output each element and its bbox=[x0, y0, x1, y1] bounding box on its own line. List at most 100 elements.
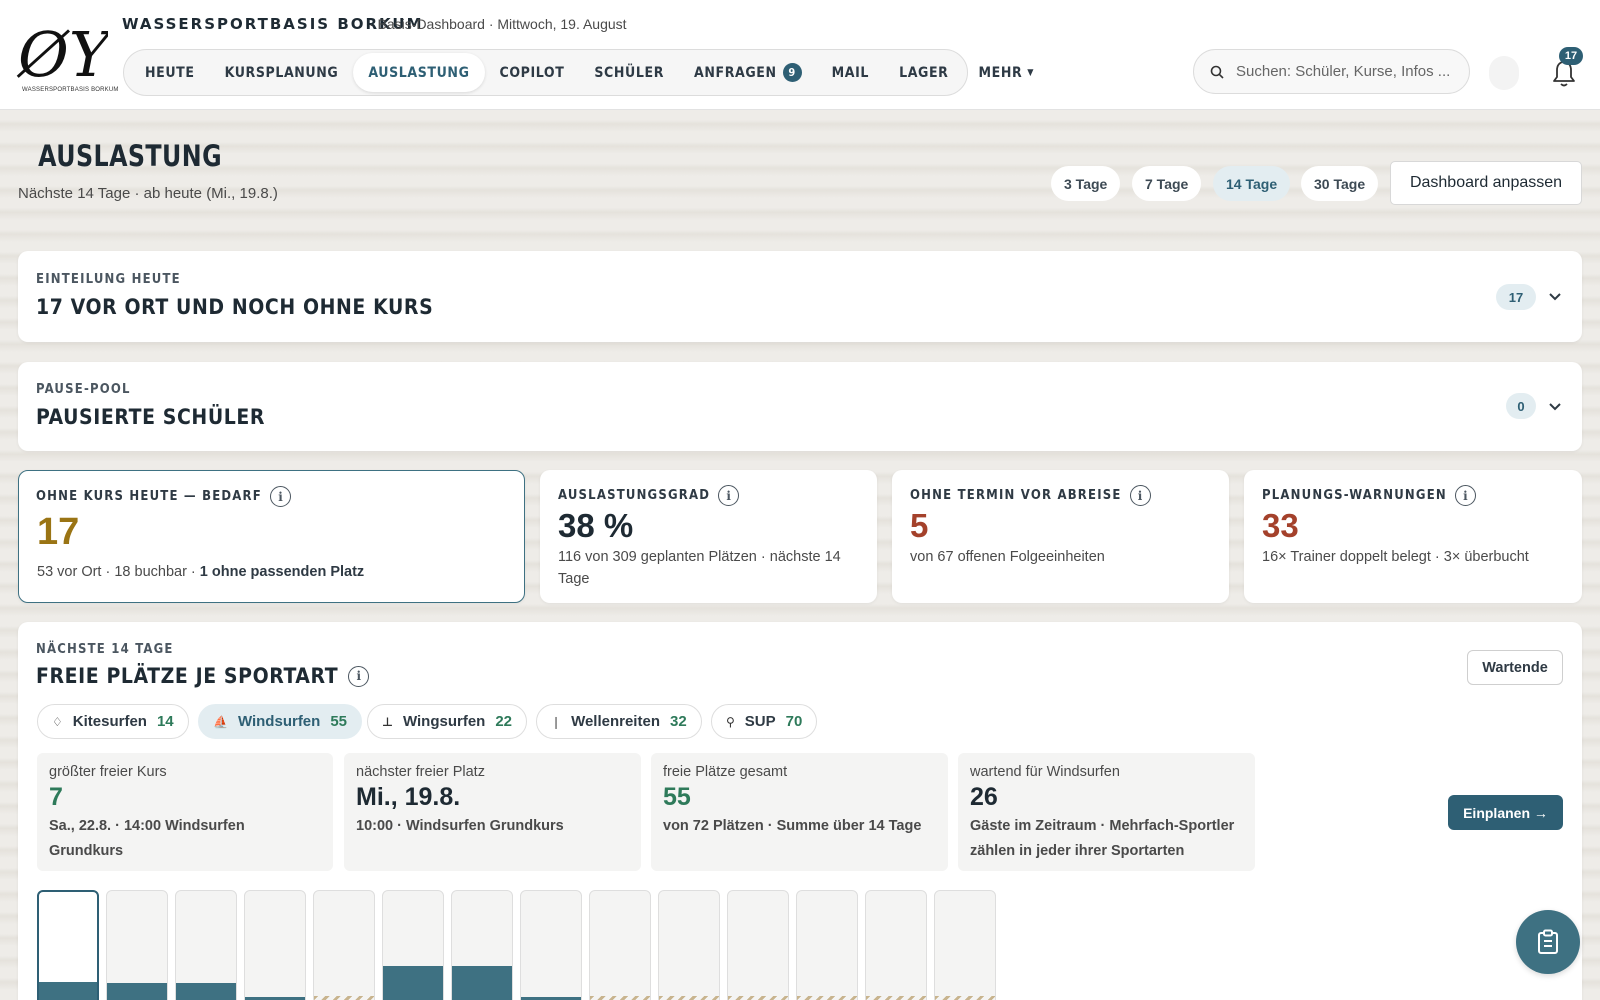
page-subtitle: Nächste 14 Tage · ab heute (Mi., 19.8.) bbox=[18, 185, 278, 202]
stat-label: wartend für Windsurfen bbox=[970, 764, 1120, 780]
stat-label: größter freier Kurs bbox=[49, 764, 167, 780]
kpi-label: AUSLASTUNGSGRAD i bbox=[558, 485, 740, 506]
chip-windsurfen[interactable]: ⛵ Windsurfen 55 bbox=[198, 704, 363, 739]
wartende-button[interactable]: Wartende bbox=[1467, 650, 1563, 685]
customize-dashboard-button[interactable]: Dashboard anpassen bbox=[1390, 161, 1582, 205]
nav-label: MAIL bbox=[831, 64, 870, 81]
kpi-auslastungsgrad-card[interactable]: AUSLASTUNGSGRAD i 38 % 116 von 309 geplan… bbox=[540, 470, 877, 603]
nav-copilot[interactable]: COPILOT bbox=[485, 53, 580, 92]
chip-wellenreiten[interactable]: ❘ Wellenreiten 32 bbox=[536, 704, 702, 739]
chevron-down-icon[interactable] bbox=[1548, 400, 1562, 414]
chip-wingsurfen[interactable]: ⊥ Wingsurfen 22 bbox=[367, 704, 528, 739]
day-bar[interactable] bbox=[865, 890, 927, 1000]
info-icon[interactable]: i bbox=[718, 485, 740, 506]
chip-sup[interactable]: ⚲ SUP 70 bbox=[711, 704, 818, 739]
svg-text:ØY: ØY bbox=[16, 18, 108, 91]
kpi-value: 5 bbox=[910, 507, 929, 544]
einteilung-eyebrow: EINTEILUNG HEUTE bbox=[36, 272, 181, 287]
info-icon[interactable]: i bbox=[1454, 485, 1476, 506]
logo-subtext: WASSERSPORTBASIS BORKUM bbox=[22, 87, 119, 93]
stat-naechster-freier-platz: nächster freier Platz Mi., 19.8. 10:00 ·… bbox=[344, 753, 641, 871]
info-icon[interactable]: i bbox=[269, 486, 291, 507]
einteilung-card[interactable]: EINTEILUNG HEUTE 17 VOR ORT UND NOCH OHN… bbox=[18, 251, 1582, 342]
kpi-planungs-warnungen-card[interactable]: PLANUNGS-WARNUNGEN i 33 16× Trainer doppe… bbox=[1244, 470, 1582, 603]
kpi-desc-text: 53 vor Ort · 18 buchbar · bbox=[37, 564, 200, 580]
wing-icon: ⊥ bbox=[382, 714, 393, 729]
chip-kitesurfen[interactable]: ♢ Kitesurfen 14 bbox=[37, 704, 189, 739]
sport-eyebrow: NÄCHSTE 14 TAGE bbox=[36, 642, 174, 657]
day-bar-no-capacity bbox=[866, 996, 926, 1000]
surfboard-icon: ❘ bbox=[551, 714, 562, 729]
chevron-down-icon[interactable] bbox=[1548, 290, 1562, 304]
kpi-label-text: OHNE TERMIN VOR ABREISE bbox=[910, 488, 1122, 503]
nav-anfragen[interactable]: ANFRAGEN 9 bbox=[679, 53, 817, 92]
day-bar-fill bbox=[452, 966, 512, 1000]
nav-heute[interactable]: HEUTE bbox=[130, 53, 210, 92]
day-bar[interactable] bbox=[934, 890, 996, 1000]
chip-label: Wingsurfen bbox=[402, 713, 486, 730]
range-30-tage-button[interactable]: 30 Tage bbox=[1301, 166, 1379, 201]
day-bar[interactable] bbox=[313, 890, 375, 1000]
stat-value: 7 bbox=[49, 783, 63, 811]
range-14-tage-button[interactable]: 14 Tage bbox=[1213, 166, 1291, 201]
kpi-label-text: OHNE KURS HEUTE — BEDARF bbox=[36, 489, 262, 504]
nav-lager[interactable]: LAGER bbox=[884, 53, 963, 92]
day-bar[interactable] bbox=[244, 890, 306, 1000]
einteilung-count-badge: 17 bbox=[1496, 284, 1536, 310]
kpi-ohne-kurs-card[interactable]: OHNE KURS HEUTE — BEDARF i 17 53 vor Ort … bbox=[18, 470, 525, 603]
avatar[interactable] bbox=[1489, 56, 1519, 90]
nav-auslastung[interactable]: AUSLASTUNG bbox=[353, 53, 485, 92]
kpi-value: 33 bbox=[1262, 507, 1299, 544]
chip-count: 22 bbox=[495, 713, 513, 730]
einplanen-button[interactable]: Einplanen → bbox=[1448, 795, 1563, 830]
nav-kursplanung[interactable]: KURSPLANUNG bbox=[210, 53, 354, 92]
nav-label: KURSPLANUNG bbox=[224, 64, 339, 81]
kpi-value: 38 % bbox=[558, 507, 634, 544]
search-input[interactable] bbox=[1236, 63, 1456, 80]
search-box[interactable] bbox=[1193, 49, 1470, 94]
day-bar[interactable] bbox=[658, 890, 720, 1000]
day-bar[interactable] bbox=[451, 890, 513, 1000]
day-bar-no-capacity bbox=[314, 996, 374, 1000]
chip-count: 32 bbox=[669, 713, 687, 730]
clipboard-icon bbox=[1538, 929, 1558, 954]
nav-mail[interactable]: MAIL bbox=[817, 53, 884, 92]
range-7-tage-button[interactable]: 7 Tage bbox=[1132, 166, 1202, 201]
day-bar[interactable] bbox=[589, 890, 651, 1000]
nav-mehr[interactable]: MEHR ▼ bbox=[963, 53, 1049, 92]
kpi-label: PLANUNGS-WARNUNGEN i bbox=[1262, 485, 1476, 506]
stat-freie-plaetze-gesamt: freie Plätze gesamt 55 von 72 Plätzen · … bbox=[651, 753, 948, 871]
info-icon[interactable]: i bbox=[1129, 485, 1151, 506]
pause-pool-eyebrow: PAUSE-POOL bbox=[36, 382, 131, 397]
info-icon[interactable]: i bbox=[348, 665, 370, 687]
day-bar[interactable] bbox=[106, 890, 168, 1000]
nav-label: SCHÜLER bbox=[594, 64, 665, 81]
stat-value: 26 bbox=[970, 783, 998, 811]
day-bar[interactable] bbox=[520, 890, 582, 1000]
day-bar[interactable] bbox=[175, 890, 237, 1000]
range-3-tage-button[interactable]: 3 Tage bbox=[1051, 166, 1121, 201]
chip-count: 55 bbox=[330, 713, 348, 730]
pause-pool-card[interactable]: PAUSE-POOL PAUSIERTE SCHÜLER 0 bbox=[18, 362, 1582, 451]
top-header: ØY WASSERSPORTBASIS BORKUM WASSERSPORTBA… bbox=[0, 0, 1600, 110]
day-bar-fill bbox=[383, 966, 443, 1000]
day-bar[interactable] bbox=[37, 890, 99, 1000]
kpi-label: OHNE TERMIN VOR ABREISE i bbox=[910, 485, 1151, 506]
stat-label: freie Plätze gesamt bbox=[663, 764, 788, 780]
kpi-description: 116 von 309 geplanten Plätzen · nächste … bbox=[558, 549, 841, 587]
stat-groesster-freier-kurs: größter freier Kurs 7 Sa., 22.8. · 14:00… bbox=[37, 753, 333, 871]
pause-pool-count-badge: 0 bbox=[1506, 393, 1536, 419]
day-bar[interactable] bbox=[382, 890, 444, 1000]
day-bar[interactable] bbox=[796, 890, 858, 1000]
nav-schueler[interactable]: SCHÜLER bbox=[579, 53, 679, 92]
nav-label: ANFRAGEN bbox=[694, 64, 777, 81]
chip-label: Windsurfen bbox=[237, 713, 321, 730]
tasks-fab-button[interactable] bbox=[1516, 910, 1580, 974]
day-bar[interactable] bbox=[727, 890, 789, 1000]
page-title: AUSLASTUNG bbox=[38, 139, 223, 173]
kpi-ohne-termin-card[interactable]: OHNE TERMIN VOR ABREISE i 5 von 67 offene… bbox=[892, 470, 1229, 603]
brand-logo-icon[interactable]: ØY bbox=[16, 10, 108, 96]
kpi-description: 16× Trainer doppelt belegt · 3× überbuch… bbox=[1262, 549, 1529, 565]
day-bars bbox=[37, 890, 997, 1000]
chip-count: 14 bbox=[156, 713, 174, 730]
